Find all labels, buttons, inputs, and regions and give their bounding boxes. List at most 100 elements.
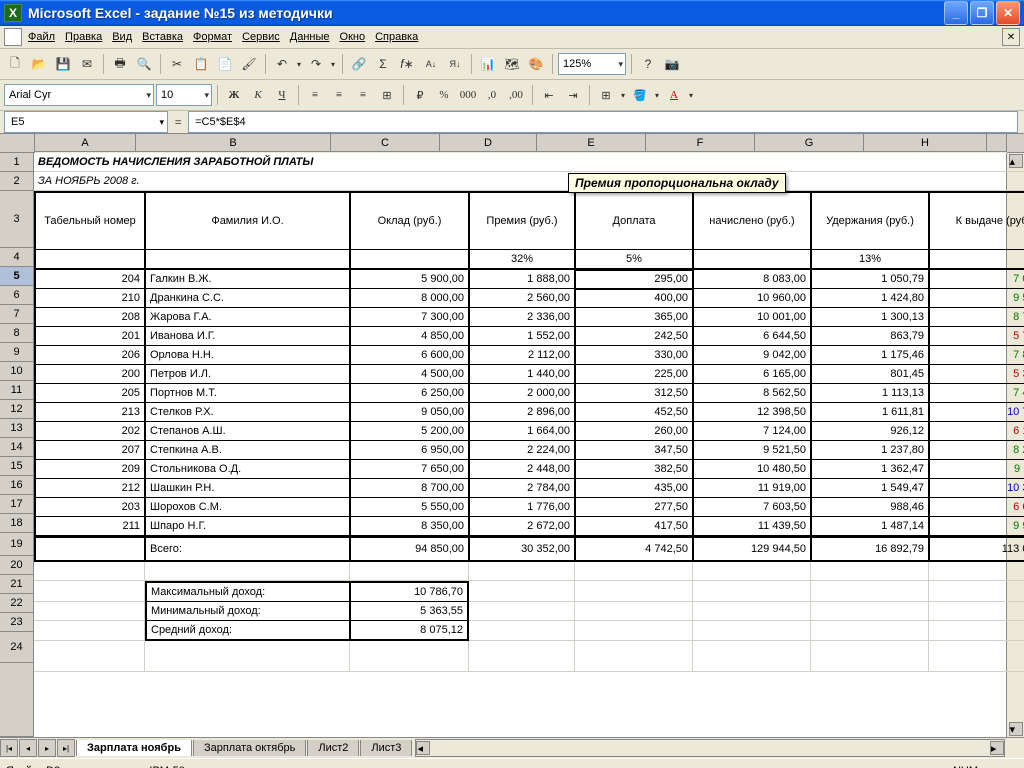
borders-dropdown[interactable]: ▾ [619, 91, 627, 100]
row-header[interactable]: 16 [0, 476, 34, 495]
function-button[interactable]: f∗ [396, 53, 418, 75]
align-left-button[interactable]: ≡ [304, 84, 326, 106]
scroll-left-button[interactable]: ◂ [416, 741, 430, 755]
camera-button[interactable]: 📷 [661, 53, 683, 75]
column-header[interactable]: D [440, 134, 537, 152]
scroll-down-button[interactable]: ▾ [1009, 722, 1023, 736]
row-header[interactable]: 1 [0, 153, 34, 172]
sheet-tab[interactable]: Зарплата ноябрь [76, 740, 192, 756]
row-header[interactable]: 14 [0, 438, 34, 457]
close-button[interactable]: ✕ [996, 1, 1020, 25]
drawing-button[interactable]: 🎨 [525, 53, 547, 75]
print-button[interactable]: 🖶 [109, 53, 131, 75]
mail-button[interactable]: ✉ [76, 53, 98, 75]
save-button[interactable]: 💾 [52, 53, 74, 75]
increase-decimal-button[interactable]: ,0 [481, 84, 503, 106]
help-button[interactable]: ? [637, 53, 659, 75]
row-header[interactable]: 2 [0, 172, 34, 191]
row-header[interactable]: 5 [0, 267, 34, 286]
currency-button[interactable]: ₽ [409, 84, 431, 106]
borders-button[interactable]: ⊞ [595, 84, 617, 106]
preview-button[interactable]: 🔍 [133, 53, 155, 75]
menu-service[interactable]: Сервис [242, 31, 280, 43]
name-box[interactable]: E5 [4, 111, 168, 133]
fontcolor-dropdown[interactable]: ▾ [687, 91, 695, 100]
hyperlink-button[interactable]: 🔗 [348, 53, 370, 75]
redo-dropdown[interactable]: ▾ [329, 60, 337, 69]
comma-button[interactable]: 000 [457, 84, 479, 106]
font-color-button[interactable]: А [663, 84, 685, 106]
percent-button[interactable]: % [433, 84, 455, 106]
bold-button[interactable]: Ж [223, 84, 245, 106]
row-header[interactable]: 21 [0, 575, 34, 594]
underline-button[interactable]: Ч [271, 84, 293, 106]
paste-button[interactable]: 📄 [214, 53, 236, 75]
cut-button[interactable]: ✂ [166, 53, 188, 75]
row-header[interactable]: 17 [0, 495, 34, 514]
merge-button[interactable]: ⊞ [376, 84, 398, 106]
row-header[interactable]: 9 [0, 343, 34, 362]
row-header[interactable]: 10 [0, 362, 34, 381]
tab-next-button[interactable]: ▸ [38, 739, 56, 757]
tab-last-button[interactable]: ▸| [57, 739, 75, 757]
row-header[interactable]: 15 [0, 457, 34, 476]
autosum-button[interactable]: Σ [372, 53, 394, 75]
menu-view[interactable]: Вид [112, 31, 132, 43]
align-center-button[interactable]: ≡ [328, 84, 350, 106]
row-header[interactable]: 6 [0, 286, 34, 305]
menu-file[interactable]: Файл [28, 31, 55, 43]
formula-input[interactable]: =C5*$E$4 [188, 111, 1018, 133]
sheet-tab[interactable]: Лист3 [360, 740, 412, 756]
undo-dropdown[interactable]: ▾ [295, 60, 303, 69]
horizontal-scrollbar[interactable]: ◂ ▸ [415, 739, 1005, 757]
map-button[interactable]: 🗺 [501, 53, 523, 75]
sheet-tab[interactable]: Лист2 [307, 740, 359, 756]
menu-help[interactable]: Справка [375, 31, 418, 43]
maximize-button[interactable]: ❐ [970, 1, 994, 25]
scroll-right-button[interactable]: ▸ [990, 741, 1004, 755]
menu-edit[interactable]: Правка [65, 31, 102, 43]
menu-format[interactable]: Формат [193, 31, 232, 43]
decrease-indent-button[interactable]: ⇤ [538, 84, 560, 106]
row-header[interactable]: 8 [0, 324, 34, 343]
format-painter-button[interactable]: 🖌 [238, 53, 260, 75]
zoom-combo[interactable]: 125% [558, 53, 626, 75]
cells[interactable]: ВЕДОМОСТЬ НАЧИСЛЕНИЯ ЗАРАБОТНОЙ ПЛАТЫЗА … [34, 153, 1006, 737]
menu-insert[interactable]: Вставка [142, 31, 183, 43]
copy-button[interactable]: 📋 [190, 53, 212, 75]
row-header[interactable]: 20 [0, 556, 34, 575]
column-header[interactable]: G [755, 134, 864, 152]
column-header[interactable]: F [646, 134, 755, 152]
minimize-button[interactable]: _ [944, 1, 968, 25]
column-header[interactable]: H [864, 134, 987, 152]
row-header[interactable]: 11 [0, 381, 34, 400]
increase-indent-button[interactable]: ⇥ [562, 84, 584, 106]
row-header[interactable]: 18 [0, 514, 34, 533]
fill-color-button[interactable]: 🪣 [629, 84, 651, 106]
tab-first-button[interactable]: |◂ [0, 739, 18, 757]
sheet-tab[interactable]: Зарплата октябрь [193, 740, 306, 756]
fill-dropdown[interactable]: ▾ [653, 91, 661, 100]
row-header[interactable]: 19 [0, 533, 34, 556]
menu-window[interactable]: Окно [340, 31, 366, 43]
row-header[interactable]: 3 [0, 191, 34, 248]
row-header[interactable]: 24 [0, 632, 34, 663]
italic-button[interactable]: К [247, 84, 269, 106]
open-button[interactable]: 📂 [28, 53, 50, 75]
row-header[interactable]: 22 [0, 594, 34, 613]
column-header[interactable]: A [35, 134, 136, 152]
sort-desc-button[interactable]: Я↓ [444, 53, 466, 75]
row-header[interactable]: 12 [0, 400, 34, 419]
select-all-corner[interactable] [0, 134, 35, 153]
undo-button[interactable]: ↶ [271, 53, 293, 75]
column-header[interactable]: B [136, 134, 331, 152]
chart-button[interactable]: 📊 [477, 53, 499, 75]
row-header[interactable]: 7 [0, 305, 34, 324]
tab-prev-button[interactable]: ◂ [19, 739, 37, 757]
menu-data[interactable]: Данные [290, 31, 330, 43]
column-header[interactable]: C [331, 134, 440, 152]
row-header[interactable]: 23 [0, 613, 34, 632]
doc-close-button[interactable]: ✕ [1002, 28, 1020, 46]
decrease-decimal-button[interactable]: ,00 [505, 84, 527, 106]
row-header[interactable]: 4 [0, 248, 34, 267]
